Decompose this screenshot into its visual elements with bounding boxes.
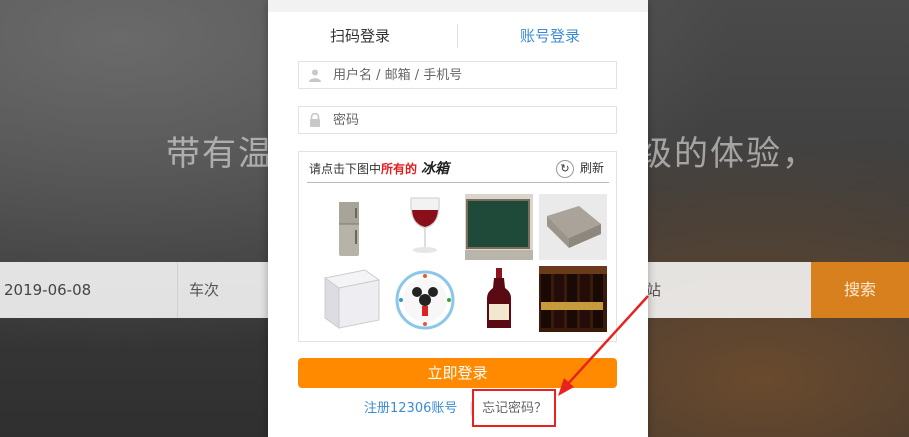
tab-divider — [457, 24, 458, 48]
password-field[interactable] — [298, 106, 617, 134]
username-field[interactable] — [298, 61, 617, 89]
captcha-image-wine-bottle[interactable] — [465, 266, 533, 332]
login-footer-links: 注册12306账号 | 忘记密码？ — [268, 398, 648, 420]
station-field[interactable]: 站 — [646, 262, 686, 318]
refresh-icon: ↻ — [556, 159, 574, 178]
captcha-target-word: 冰箱 — [421, 161, 450, 177]
captcha-image-chalkboard[interactable] — [465, 194, 533, 260]
date-field[interactable]: 2019-06-08 — [0, 262, 178, 318]
login-modal: 扫码登录 账号登录 请点击下图中所有的冰箱 ↻ 刷新 — [268, 0, 648, 437]
captcha-image-wine-rack[interactable] — [539, 266, 607, 332]
image-captcha: 请点击下图中所有的 冰箱 ↻ 刷新 — [298, 151, 617, 342]
login-tabs: 扫码登录 账号登录 — [268, 18, 648, 54]
modal-header-strip — [268, 0, 648, 12]
register-link[interactable]: 注册12306账号 — [364, 398, 457, 420]
captcha-image-grid — [317, 194, 607, 334]
search-button[interactable]: 搜索 — [811, 262, 909, 318]
captcha-prompt-text: 请点击下图中 — [309, 162, 382, 176]
username-input[interactable] — [333, 65, 603, 85]
tab-account-login[interactable]: 账号登录 — [520, 18, 580, 54]
captcha-divider — [307, 182, 609, 183]
login-button[interactable]: 立即登录 — [298, 358, 617, 388]
captcha-image-wine-glass[interactable] — [391, 194, 459, 260]
captcha-image-mickey-clock[interactable] — [391, 266, 459, 332]
captcha-prompt-highlight: 所有的 — [381, 162, 418, 176]
hero-text-left: 带有温 — [166, 134, 274, 174]
hero-text-right: 级的体验， — [638, 134, 818, 174]
refresh-label: 刷新 — [580, 161, 605, 175]
annotation-highlight-box — [472, 389, 556, 427]
captcha-refresh-button[interactable]: ↻ 刷新 — [556, 157, 604, 179]
lock-icon — [310, 113, 320, 127]
captcha-image-sponge[interactable] — [539, 194, 607, 260]
train-field[interactable]: 车次 — [179, 262, 269, 318]
tab-qr-login[interactable]: 扫码登录 — [330, 18, 390, 54]
captcha-prompt: 请点击下图中所有的 冰箱 — [309, 158, 449, 180]
password-input[interactable] — [333, 110, 603, 130]
captcha-image-fridge[interactable] — [317, 194, 385, 260]
captcha-image-white-freezer[interactable] — [317, 266, 385, 332]
user-icon — [309, 69, 321, 82]
